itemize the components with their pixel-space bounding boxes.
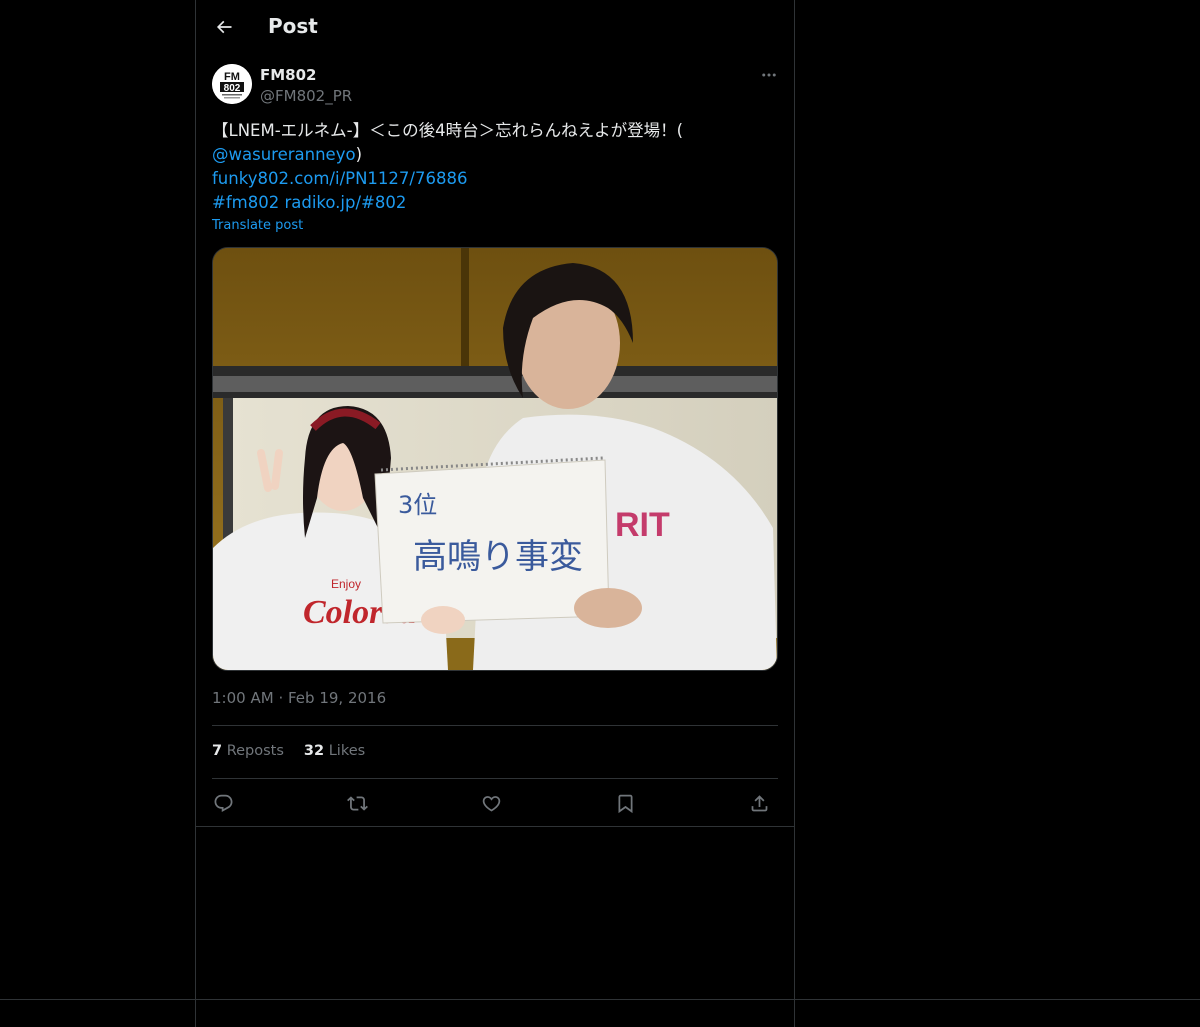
like-button[interactable] [476, 788, 506, 818]
back-button[interactable] [208, 11, 240, 43]
post-actions [212, 788, 778, 818]
likes-label: Likes [328, 743, 366, 759]
sketchbook-sign: 3位 高鳴り事変 [374, 456, 610, 624]
post-text-line: #fm802 radiko.jp/#802 [212, 191, 782, 215]
author-handle[interactable]: @FM802_PR [260, 87, 352, 105]
timestamp-separator: · [278, 689, 284, 707]
url-link[interactable]: radiko.jp/#802 [284, 193, 406, 212]
post-text-line: @wasureranneyo) [212, 143, 782, 167]
fm802-logo: FM 802 [212, 64, 252, 104]
more-options-button[interactable] [756, 62, 782, 88]
post-photo[interactable]: RIT Enjoy Colorad 3位 高鳴り事変 [212, 247, 778, 671]
post-text: 【LNEM-エルネム-】＜この後4時台＞忘れらんねえよが登場！( @wasure… [212, 119, 782, 215]
page-title: Post [268, 14, 318, 38]
divider [212, 778, 778, 779]
post-time: 1:00 AM [212, 689, 274, 707]
avatar[interactable]: FM 802 [212, 64, 252, 104]
sign-rank-text: 3位 [398, 491, 437, 519]
hashtag-link[interactable]: #fm802 [212, 193, 279, 212]
share-icon [751, 794, 767, 811]
heart-icon [482, 795, 500, 812]
shirt-text: RIT [615, 506, 670, 544]
share-button[interactable] [744, 788, 774, 818]
bookmark-icon [618, 794, 632, 813]
sign-song-text: 高鳴り事変 [413, 537, 583, 577]
more-horizontal-icon [762, 73, 776, 77]
svg-text:802: 802 [224, 83, 241, 94]
post-header: Post [196, 0, 794, 54]
reposts-label: Reposts [226, 743, 284, 759]
repost-icon [346, 795, 368, 811]
post-text-line: 【LNEM-エルネム-】＜この後4時台＞忘れらんねえよが登場！( [212, 121, 684, 140]
divider [212, 725, 778, 726]
mention-link[interactable]: @wasureranneyo [212, 145, 356, 164]
bookmark-button[interactable] [610, 788, 640, 818]
post-timestamp[interactable]: 1:00 AM · Feb 19, 2016 [212, 689, 386, 707]
likes-stat[interactable]: 32 Likes [304, 743, 365, 759]
post-stats: 7 Reposts 32 Likes [212, 743, 365, 759]
arrow-left-icon [216, 20, 232, 34]
reposts-stat[interactable]: 7 Reposts [212, 743, 284, 759]
sweater-small-text: Enjoy [331, 577, 361, 591]
reposts-count: 7 [212, 743, 223, 759]
translate-post-link[interactable]: Translate post [212, 218, 303, 233]
post-date: Feb 19, 2016 [288, 689, 387, 707]
repost-button[interactable] [342, 788, 372, 818]
svg-text:FM: FM [224, 71, 240, 83]
reply-icon [214, 794, 232, 812]
reply-button[interactable] [208, 788, 238, 818]
likes-count: 32 [303, 743, 325, 759]
author-name[interactable]: FM802 [260, 66, 316, 84]
thread-divider [196, 826, 794, 827]
main-column: Post FM 802 FM802 @FM802_PR 【LNEM-エルネム-】… [195, 0, 795, 1027]
photo-image: RIT Enjoy Colorad 3位 高鳴り事変 [213, 248, 777, 670]
post-text-fragment: ) [355, 145, 362, 164]
url-link[interactable]: funky802.com/i/PN1127/76886 [212, 167, 782, 191]
